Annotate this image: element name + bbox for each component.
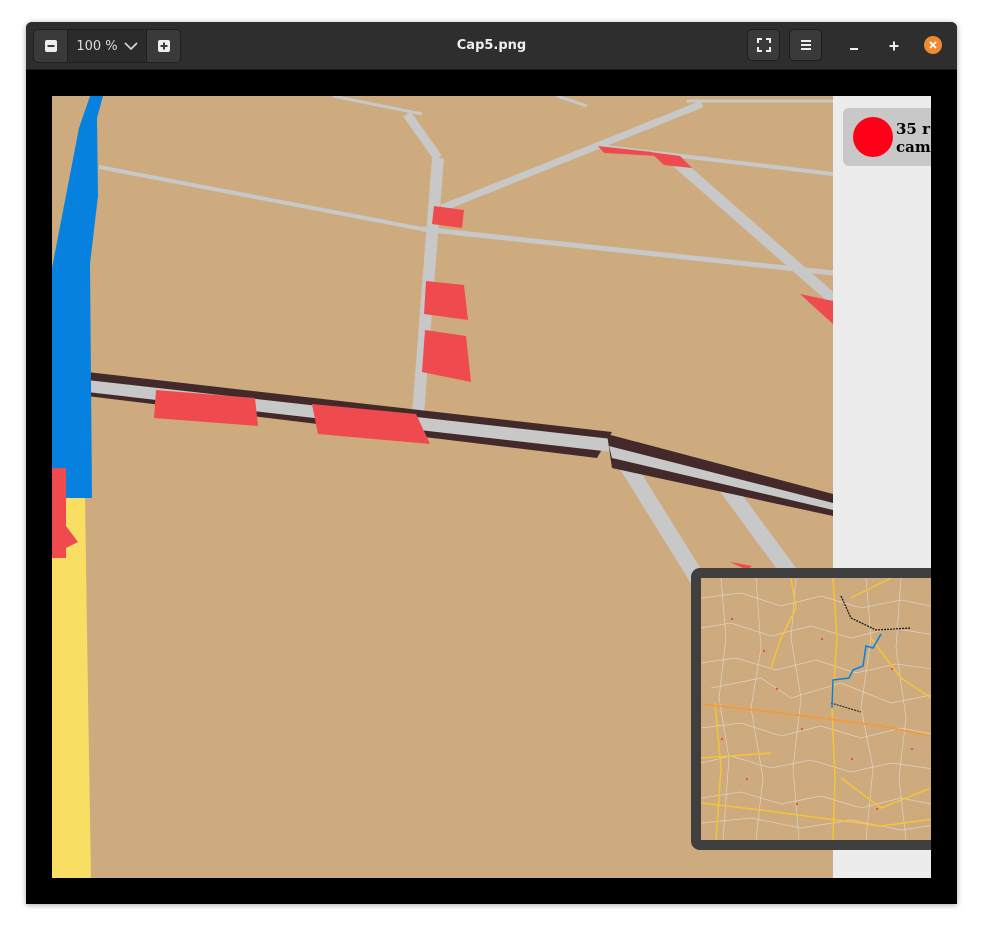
minimap-map[interactable] <box>701 578 931 840</box>
zoom-control-group: 100 % <box>33 29 181 63</box>
zoom-in-icon <box>157 40 170 52</box>
fullscreen-icon <box>756 38 771 52</box>
status-dot <box>853 117 893 157</box>
minimize-icon <box>850 48 858 50</box>
minimap-frame <box>691 568 931 850</box>
fullscreen-button[interactable] <box>747 29 780 61</box>
zoom-out-button[interactable] <box>34 30 67 62</box>
hamburger-menu-icon <box>800 40 811 50</box>
maximize-button[interactable] <box>883 35 905 57</box>
close-button[interactable] <box>924 36 942 54</box>
zoom-in-button[interactable] <box>147 30 180 62</box>
zoom-out-icon <box>44 40 57 52</box>
status-indicator: 35 r cama <box>843 108 931 166</box>
header-bar: 100 % Cap5.png <box>26 22 957 70</box>
zoom-level-value: 100 % <box>76 38 118 54</box>
close-icon <box>929 41 937 49</box>
zoom-level-dropdown[interactable]: 100 % <box>67 30 147 62</box>
maximize-icon <box>889 41 899 51</box>
status-text: 35 r cama <box>896 120 931 156</box>
main-menu-button[interactable] <box>789 29 822 61</box>
minimap[interactable] <box>701 578 931 840</box>
chevron-down-icon <box>124 42 138 51</box>
minimize-button[interactable] <box>843 35 865 57</box>
image-canvas[interactable]: 35 r cama <box>52 96 931 878</box>
image-viewer-window: 100 % Cap5.png 35 r cam <box>26 22 957 904</box>
